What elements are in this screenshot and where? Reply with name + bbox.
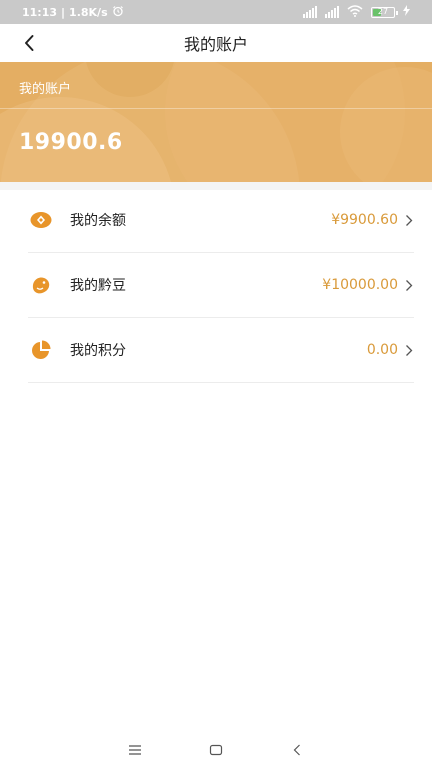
points-icon <box>28 337 54 363</box>
system-nav-bar <box>0 732 432 768</box>
home-icon <box>209 744 223 756</box>
network-speed: 1.8K/s <box>69 5 108 19</box>
battery-level: 27 <box>377 6 389 16</box>
status-time: 11:13 <box>22 5 58 19</box>
list-item-value: ¥9900.60 <box>331 212 398 228</box>
menu-icon <box>129 745 142 755</box>
chevron-right-icon <box>404 213 414 227</box>
chevron-left-icon <box>25 35 34 51</box>
bean-icon <box>28 272 54 298</box>
page-title: 我的账户 <box>183 35 248 54</box>
signal-icon <box>303 6 317 18</box>
alarm-icon <box>112 5 124 20</box>
back-button[interactable] <box>14 28 44 58</box>
list-item-label: 我的积分 <box>70 343 126 359</box>
status-left: 11:13 | 1.8K/s <box>22 5 124 20</box>
wifi-icon <box>347 4 363 20</box>
menu-button[interactable] <box>123 738 147 762</box>
list-item-balance[interactable]: 我的余额 ¥9900.60 <box>28 188 414 253</box>
list-item-label: 我的余额 <box>70 213 126 229</box>
banner-divider <box>0 108 432 109</box>
list-item-value: ¥10000.00 <box>322 277 398 293</box>
account-banner: 我的账户 19900.6 <box>0 62 432 182</box>
list-item-beans[interactable]: 我的黔豆 ¥10000.00 <box>28 253 414 318</box>
list-item-value: 0.00 <box>366 342 398 358</box>
status-separator: | <box>61 5 66 19</box>
battery-icon: 27 <box>371 6 398 18</box>
list-item-points[interactable]: 我的积分 0.00 <box>28 318 414 383</box>
banner-label: 我的账户 <box>19 82 72 97</box>
account-list: 我的余额 ¥9900.60 我的黔豆 ¥10000.00 我的积分 0.00 <box>0 188 432 383</box>
home-button[interactable] <box>204 738 228 762</box>
back-nav-button[interactable] <box>285 738 309 762</box>
header-bar: 我的账户 <box>0 24 432 62</box>
status-right: 27 <box>303 4 410 20</box>
balance-icon <box>28 207 54 233</box>
charging-icon <box>403 5 410 19</box>
status-bar: 11:13 | 1.8K/s 27 <box>0 0 432 24</box>
back-icon <box>293 744 300 756</box>
chevron-right-icon <box>404 343 414 357</box>
list-item-label: 我的黔豆 <box>70 278 126 294</box>
total-balance: 19900.6 <box>19 130 123 155</box>
chevron-right-icon <box>404 278 414 292</box>
signal-icon-2 <box>325 6 339 18</box>
